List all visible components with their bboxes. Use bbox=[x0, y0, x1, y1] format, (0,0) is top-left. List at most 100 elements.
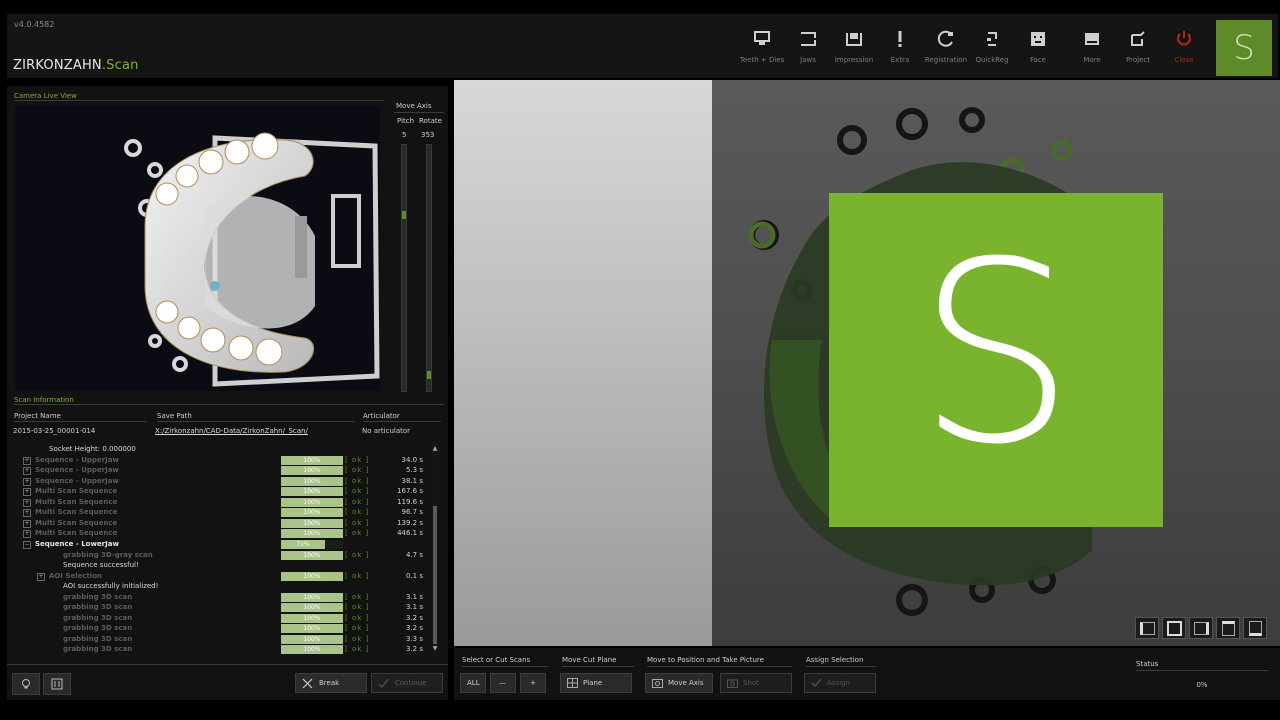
scan-row[interactable]: grabbing 3D-gray scan 100% [ ok ] 4.7 s bbox=[13, 550, 431, 561]
progress-bar: 100% bbox=[281, 497, 343, 507]
ok-status: [ ok ] bbox=[345, 645, 370, 654]
scan-row-name: Multi Scan Sequence bbox=[35, 518, 118, 527]
toolbar-label: Extra bbox=[890, 56, 910, 64]
assign-button[interactable]: Assign bbox=[804, 673, 876, 693]
break-button[interactable]: Break bbox=[295, 673, 367, 693]
app-logo: ZIRKONZAHN.Scan bbox=[13, 58, 139, 73]
scrollbar-thumb[interactable] bbox=[433, 506, 437, 644]
status-title: Status bbox=[1136, 660, 1159, 668]
rotate-slider[interactable] bbox=[426, 144, 432, 392]
toolbar-button-project[interactable]: Project bbox=[1115, 18, 1161, 74]
scan-row[interactable]: + Multi Scan Sequence 100% [ ok ] 446.1 s bbox=[13, 529, 431, 539]
x-icon bbox=[302, 678, 313, 688]
pitch-slider[interactable] bbox=[401, 144, 407, 392]
move-axis-label: Move Axis bbox=[668, 679, 704, 687]
scan-row[interactable]: + Sequence - UpperJaw 100% [ ok ] 34.0 s bbox=[13, 455, 431, 466]
view-front-button[interactable] bbox=[1162, 617, 1186, 639]
status-group: Status 0% bbox=[1136, 660, 1268, 689]
deselect-button[interactable]: — bbox=[490, 673, 516, 693]
scan-row[interactable]: grabbing 3D scan 100% [ ok ] 3.2 s bbox=[13, 613, 431, 624]
select-cut-title: Select or Cut Scans bbox=[462, 656, 531, 664]
view-left-button[interactable] bbox=[1135, 617, 1159, 639]
toolbar-button-face[interactable]: Face bbox=[1015, 18, 1061, 74]
close-icon bbox=[1175, 30, 1193, 48]
scan-duration: 139.2 s bbox=[397, 518, 423, 527]
scan-duration: 0.1 s bbox=[405, 571, 423, 580]
scan-row[interactable]: grabbing 3D scan 100% [ ok ] 3.1 s bbox=[13, 603, 431, 613]
progress-percent: 100% bbox=[303, 625, 321, 633]
scroll-down-icon[interactable]: ▼ bbox=[431, 646, 439, 652]
scan-list-scrollbar[interactable]: ▲ ▼ bbox=[431, 444, 439, 656]
project-name-label: Project Name bbox=[14, 412, 61, 420]
move-axis-button[interactable]: Move Axis bbox=[645, 673, 713, 693]
progress-percent: 100% bbox=[303, 498, 321, 506]
scan-row[interactable]: grabbing 3D scan 100% [ ok ] 3.1 s bbox=[13, 592, 431, 603]
scan-duration: 446.1 s bbox=[397, 529, 423, 538]
camera-live-view[interactable] bbox=[15, 106, 380, 391]
expander-icon[interactable]: − bbox=[23, 540, 31, 549]
expander-icon[interactable]: + bbox=[23, 530, 31, 539]
toolbar-button-quickreg[interactable]: QuickReg bbox=[969, 18, 1015, 74]
view-right-button[interactable] bbox=[1189, 617, 1213, 639]
s-app-letter: S bbox=[1233, 28, 1255, 68]
settings-button[interactable] bbox=[43, 673, 71, 695]
ok-status: [ ok ] bbox=[345, 634, 370, 643]
expander-icon[interactable]: + bbox=[23, 477, 31, 486]
scan-row[interactable]: AOI successfully initialized! bbox=[13, 582, 431, 592]
scan-row[interactable]: + Sequence - UpperJaw 100% [ ok ] 38.1 s bbox=[13, 476, 431, 487]
expander-icon[interactable]: + bbox=[23, 498, 31, 507]
toolbar-button-jaws[interactable]: Jaws bbox=[785, 18, 831, 74]
ok-status: [ ok ] bbox=[345, 624, 370, 633]
expander-icon[interactable]: + bbox=[23, 509, 31, 518]
scan-row[interactable]: Socket Height: 0.000000 bbox=[13, 445, 431, 455]
expander-icon[interactable]: + bbox=[23, 519, 31, 528]
progress-bar: 100% bbox=[281, 518, 343, 528]
toolbar-button-teeth-dies[interactable]: Teeth + Dies bbox=[739, 18, 785, 74]
scan-row[interactable]: grabbing 3D scan 100% [ ok ] 3.2 s bbox=[13, 624, 431, 634]
assign-label: Assign bbox=[827, 679, 850, 687]
scroll-up-icon[interactable]: ▲ bbox=[431, 446, 439, 452]
ok-status: [ ok ] bbox=[345, 487, 370, 496]
expander-icon[interactable]: + bbox=[37, 572, 45, 581]
left-panel: Camera Live View Move Axis Pitch Rotate … bbox=[7, 86, 448, 700]
toolbar-button-extra[interactable]: Extra bbox=[877, 18, 923, 74]
scan-row-name: AOI Selection bbox=[49, 571, 103, 580]
expander-icon[interactable]: + bbox=[23, 456, 31, 465]
toolbar-button-impression[interactable]: Impression bbox=[831, 18, 877, 74]
ok-status: [ ok ] bbox=[345, 518, 370, 527]
expander-icon[interactable]: + bbox=[23, 467, 31, 476]
scan-row[interactable]: − Sequence - LowerJaw 71% bbox=[13, 539, 431, 550]
articulator-value: No articulator bbox=[362, 427, 411, 435]
rotate-slider-thumb[interactable] bbox=[427, 371, 431, 379]
continue-button[interactable]: Continue bbox=[371, 673, 443, 693]
toolbar-button-registration[interactable]: Registration bbox=[923, 18, 969, 74]
light-button[interactable] bbox=[12, 673, 40, 695]
save-path-link[interactable]: X:/Zirkonzahn/CAD-Data/ZirkonZahn/_Scan/ bbox=[155, 427, 308, 435]
progress-bar: 100% bbox=[281, 550, 343, 560]
add-selection-button[interactable]: + bbox=[520, 673, 546, 693]
toolbar-button-more[interactable]: More bbox=[1069, 18, 1115, 74]
scan-row[interactable]: + Multi Scan Sequence 100% [ ok ] 167.6 s bbox=[13, 487, 431, 497]
scan-row[interactable]: + Multi Scan Sequence 100% [ ok ] 96.7 s bbox=[13, 508, 431, 518]
scan-row[interactable]: + AOI Selection 100% [ ok ] 0.1 s bbox=[13, 571, 431, 582]
header-bar: v4.0.4582 ZIRKONZAHN.Scan Teeth + Dies Ja… bbox=[7, 14, 1278, 78]
view-bottom-button[interactable] bbox=[1243, 617, 1267, 639]
view-top-button[interactable] bbox=[1216, 617, 1240, 639]
ok-status: [ ok ] bbox=[345, 613, 370, 622]
scan-row[interactable]: + Multi Scan Sequence 100% [ ok ] 139.2 s bbox=[13, 518, 431, 529]
shot-label: Shot bbox=[743, 679, 759, 687]
shot-button[interactable]: Shot bbox=[720, 673, 792, 693]
progress-percent: 100% bbox=[303, 593, 321, 601]
scan-row[interactable]: + Sequence - UpperJaw 100% [ ok ] 5.3 s bbox=[13, 466, 431, 476]
scan-row[interactable]: grabbing 3D scan 100% [ ok ] 3.2 s bbox=[13, 645, 431, 655]
scan-row[interactable]: grabbing 3D scan 100% [ ok ] 3.3 s bbox=[13, 634, 431, 645]
progress-bar: 100% bbox=[281, 487, 343, 497]
expander-icon[interactable]: + bbox=[23, 488, 31, 497]
s-app-button[interactable]: S bbox=[1216, 20, 1272, 76]
scan-row[interactable]: Sequence successful! bbox=[13, 561, 431, 571]
scan-row[interactable]: + Multi Scan Sequence 100% [ ok ] 119.6 s bbox=[13, 497, 431, 508]
select-all-button[interactable]: ALL bbox=[460, 673, 486, 693]
toolbar-button-close[interactable]: Close bbox=[1161, 18, 1207, 74]
plane-button[interactable]: Plane bbox=[560, 673, 632, 693]
pitch-slider-thumb[interactable] bbox=[402, 211, 406, 219]
